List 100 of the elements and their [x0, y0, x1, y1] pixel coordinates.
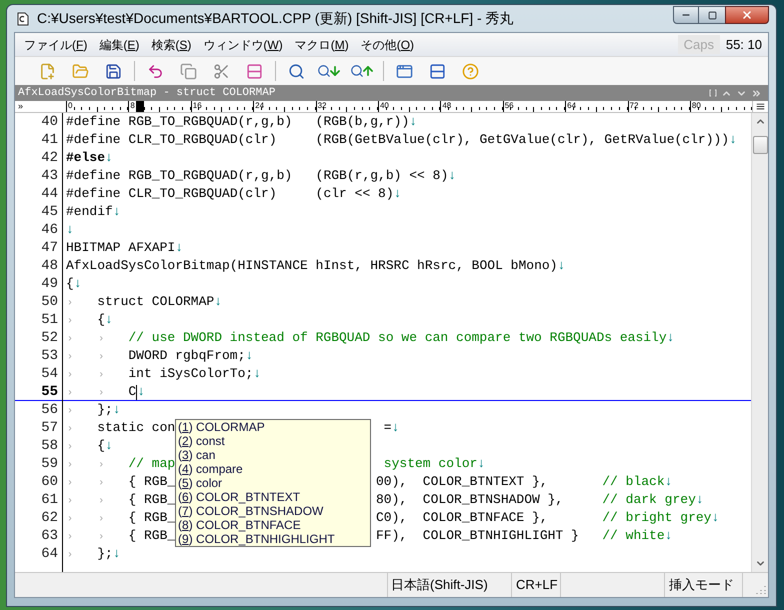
- vertical-scrollbar[interactable]: [751, 113, 768, 572]
- comment-text: // bright grey: [602, 509, 712, 528]
- line-end-mark: ↓: [214, 293, 222, 312]
- line-end-mark: ↓: [66, 221, 74, 240]
- line-number: 52: [40, 328, 59, 348]
- caps-indicator: Caps: [678, 35, 720, 54]
- completion-item[interactable]: (2) const: [176, 434, 370, 448]
- ruler-label: 48: [441, 101, 452, 110]
- menu-item[interactable]: 編集(E): [93, 36, 146, 54]
- tab-mark: ›: [66, 316, 74, 328]
- line-end-mark: ↓: [105, 437, 113, 456]
- code-text: 80), COLOR_BTNSHADOW },: [376, 491, 564, 510]
- line-number: 64: [40, 544, 59, 564]
- tab-mark: ›: [66, 442, 74, 454]
- maximize-icon: [708, 10, 716, 20]
- line-end-mark: ↓: [253, 365, 262, 384]
- tab-mark: ›: [97, 352, 104, 364]
- code-text: {: [66, 275, 74, 294]
- tab-mark: ›: [97, 388, 104, 400]
- completion-item[interactable]: (4) compare: [176, 462, 370, 476]
- ruler-label: 64: [566, 101, 576, 110]
- tab-mark: ›: [97, 514, 104, 526]
- tab-mark: ›: [66, 496, 74, 508]
- tab-mark: ›: [66, 532, 74, 544]
- line-number: 57: [40, 418, 59, 438]
- code-text: FF), COLOR_BTNHIGHLIGHT }: [376, 527, 580, 546]
- line-end-mark: ↓: [392, 419, 400, 438]
- menu-item[interactable]: ウィンドウ(W): [197, 36, 289, 54]
- editor-area[interactable]: [15, 113, 751, 572]
- tab-mark: ›: [66, 388, 74, 400]
- line-end-mark: ↓: [477, 455, 486, 474]
- tab-mark: ›: [66, 478, 74, 490]
- tab-mark: ›: [97, 334, 104, 346]
- code-text: 00), COLOR_BTNTEXT },: [376, 473, 549, 492]
- menu-item[interactable]: マクロ(M): [288, 36, 355, 54]
- code-text: C: [128, 383, 136, 402]
- completion-item[interactable]: (3) can: [176, 448, 370, 462]
- comment-text: // map: [128, 455, 176, 474]
- tab-mark: ›: [66, 406, 74, 418]
- minimize-button[interactable]: [673, 6, 699, 24]
- resize-grip-icon[interactable]: [756, 585, 766, 595]
- text-cursor: [136, 384, 138, 400]
- completion-item[interactable]: (1) COLORMAP: [176, 420, 370, 434]
- line-number: 46: [40, 220, 59, 240]
- close-button[interactable]: [725, 6, 769, 24]
- comment-text: system color: [382, 455, 478, 474]
- line-end-mark: ↓: [409, 113, 418, 132]
- code-text: AfxLoadSysColorBitmap(HINSTANCE hInst, HRSRC hRsrc, BOOL bMono): [66, 257, 558, 276]
- line-number: 62: [40, 508, 59, 528]
- line-number: 54: [40, 364, 59, 384]
- code-text: struct COLORMAP: [97, 293, 214, 312]
- code-text: DWORD rgbqFrom;: [128, 347, 246, 366]
- line-end-mark: ↓: [729, 131, 737, 150]
- tab-mark: ›: [66, 550, 74, 562]
- line-end-mark: ↓: [175, 239, 184, 258]
- line-end-mark: ↓: [448, 167, 456, 186]
- completion-item[interactable]: (6) COLOR_BTNTEXT: [176, 490, 370, 504]
- bracket-icon[interactable]: [709, 89, 717, 97]
- code-text: {: [97, 437, 105, 456]
- menu-item[interactable]: ファイル(F): [18, 36, 94, 54]
- line-end-mark: ↓: [112, 545, 121, 564]
- line-number: 43: [40, 166, 59, 186]
- completion-item[interactable]: (5) color: [176, 476, 370, 490]
- completion-item[interactable]: (9) COLOR_BTNHIGHLIGHT: [176, 532, 370, 546]
- line-number: 50: [40, 292, 59, 312]
- tab-mark: ›: [66, 514, 74, 526]
- line-number: 44: [40, 184, 59, 204]
- line-end-mark: ↓: [112, 203, 121, 222]
- tab-mark: ›: [66, 460, 74, 472]
- comment-text: // white: [602, 527, 665, 546]
- menu-item[interactable]: 検索(S): [145, 36, 198, 54]
- scroll-thumb[interactable]: [752, 136, 768, 154]
- maximize-button[interactable]: [699, 6, 725, 24]
- line-end-mark: ↓: [245, 347, 254, 366]
- function-name: AfxLoadSysColorBitmap - struct COLORMAP: [18, 86, 276, 101]
- line-end-mark: ↓: [666, 329, 674, 348]
- mode-status: 挿入モード: [665, 573, 743, 597]
- cursor-position: 55: 10: [724, 36, 763, 54]
- tab-mark: ›: [97, 460, 104, 472]
- ruler-label: 56: [504, 101, 514, 110]
- code-text: C0), COLOR_BTNFACE },: [376, 509, 549, 528]
- completion-item[interactable]: (7) COLOR_BTNSHADOW: [176, 504, 370, 518]
- code-text: =: [382, 419, 392, 438]
- code-text: { RGB_: [128, 509, 176, 528]
- window-title: C:¥Users¥test¥Documents¥BARTOOL.CPP (更新) [Shift-JIS] [CR+LF] - 秀丸: [37, 9, 514, 28]
- line-number: 60: [40, 472, 59, 492]
- keyword-text: #else: [66, 149, 106, 168]
- ruler-label: 16: [192, 101, 202, 110]
- line-end-mark: ↓: [137, 383, 145, 402]
- ruler-toggle[interactable]: »: [15, 101, 66, 112]
- line-number: 56: [40, 400, 59, 420]
- line-number: 51: [40, 310, 59, 330]
- ruler-label: 80: [690, 101, 701, 110]
- completion-item[interactable]: (8) COLOR_BTNFACE: [176, 518, 370, 532]
- line-number: 45: [40, 202, 59, 222]
- comment-text: // dark grey: [602, 491, 696, 510]
- tab-mark: ›: [66, 370, 74, 382]
- code-text: { RGB_: [128, 473, 176, 492]
- menu-item[interactable]: その他(O): [354, 36, 420, 54]
- code-text: {: [97, 311, 105, 330]
